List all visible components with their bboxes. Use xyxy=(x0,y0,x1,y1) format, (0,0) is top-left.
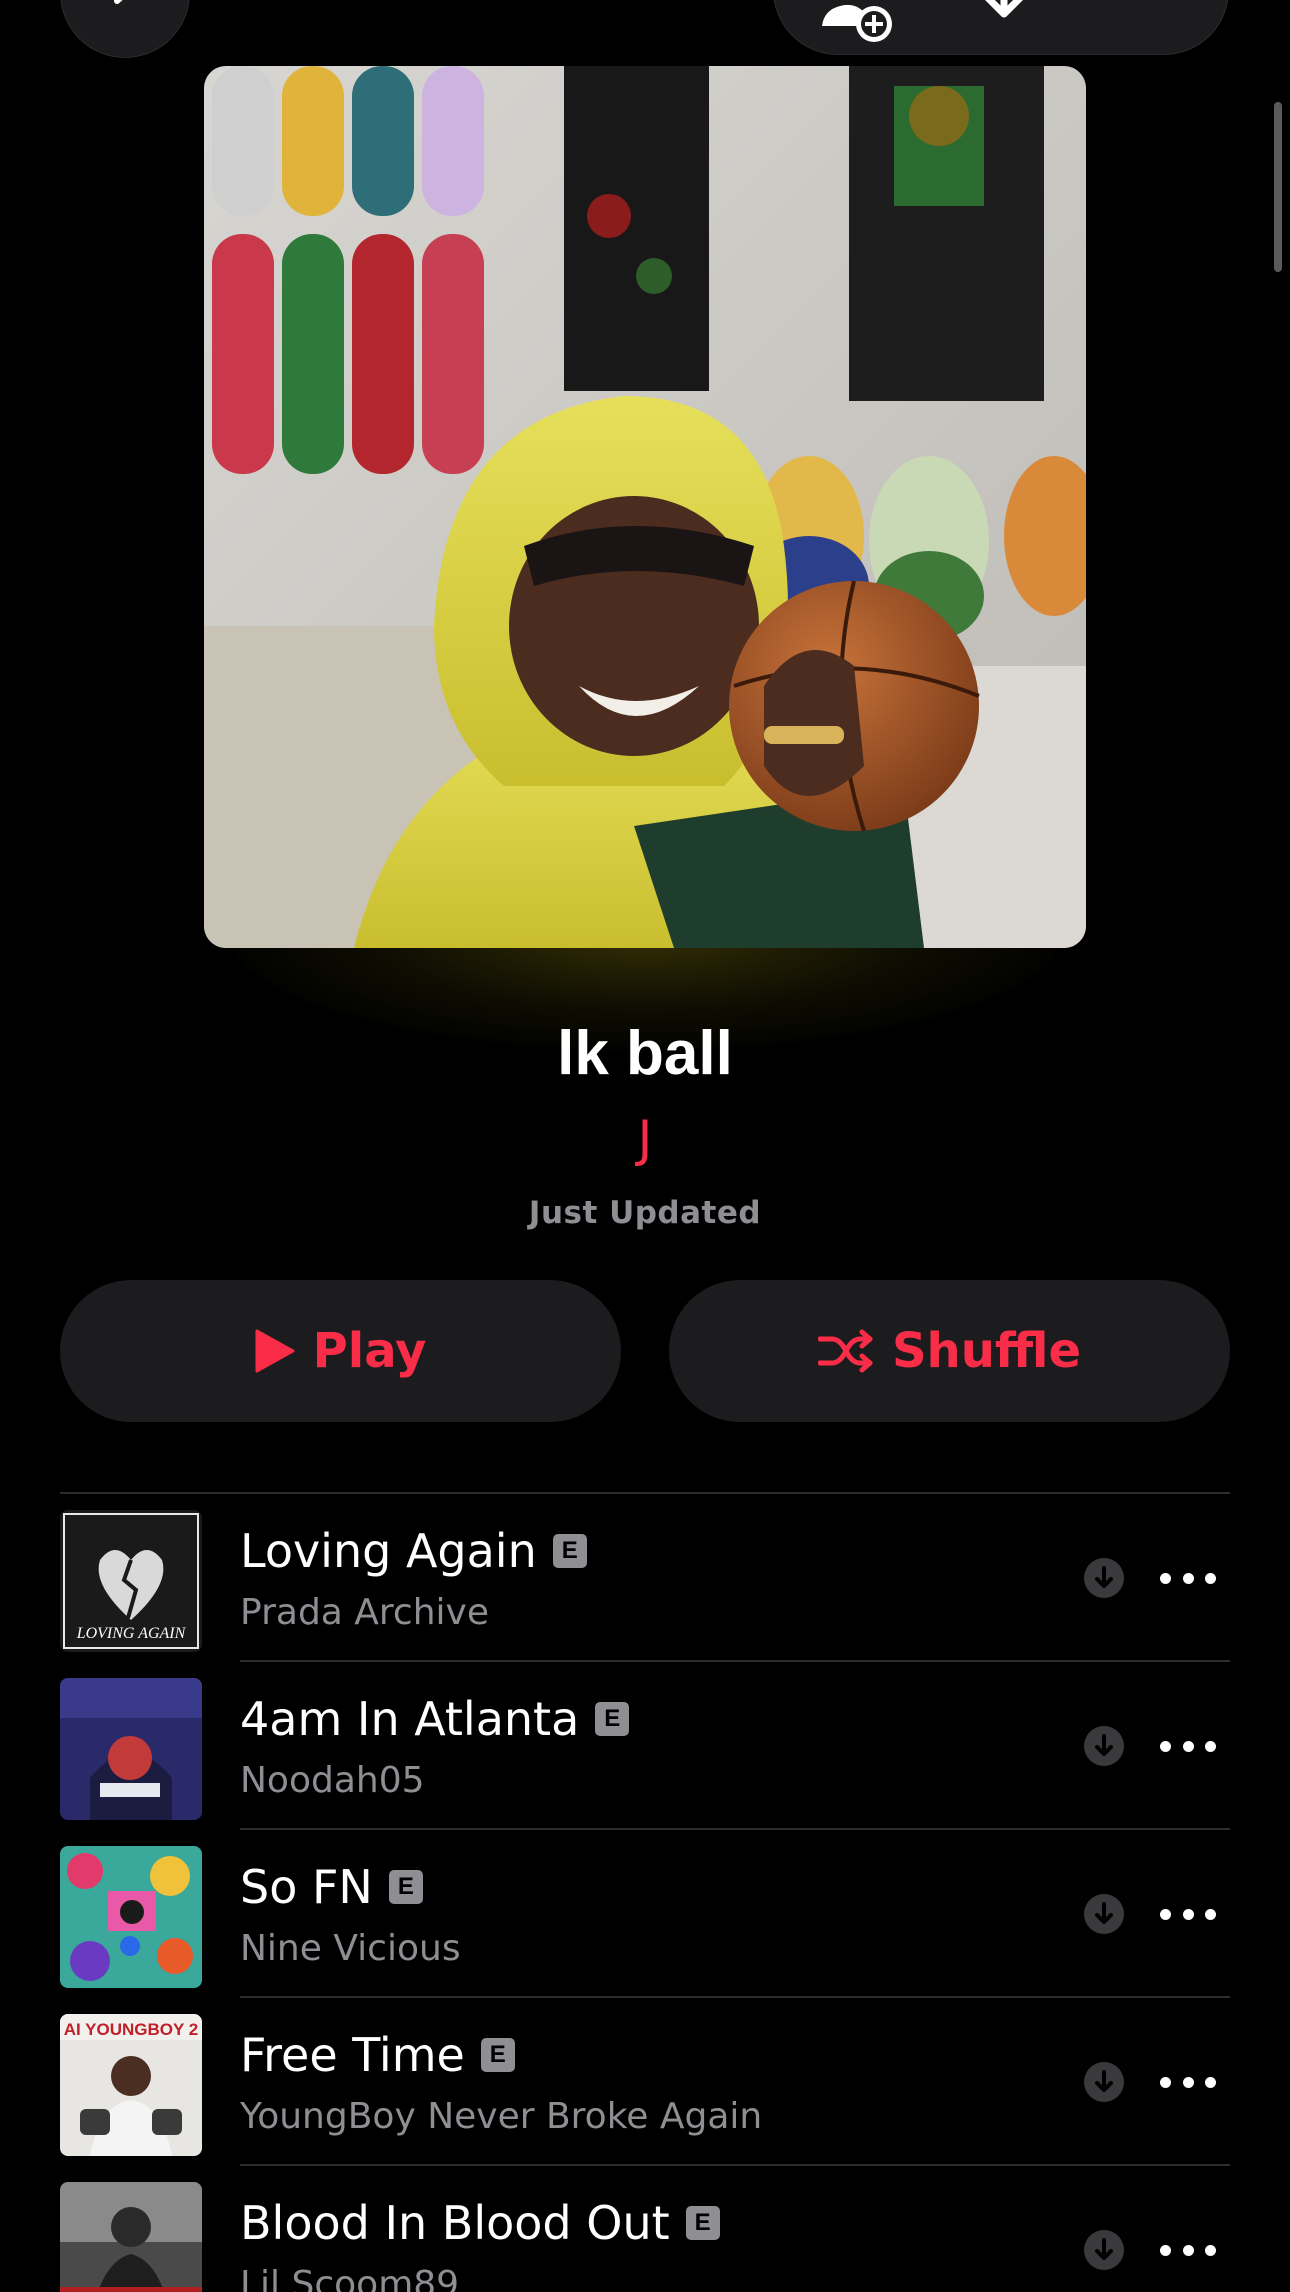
more-options-icon[interactable] xyxy=(1160,1558,1216,1598)
playlist-title: lk ball xyxy=(557,1019,733,1088)
explicit-badge: E xyxy=(595,1702,630,1736)
explicit-badge: E xyxy=(685,2206,720,2240)
download-icon[interactable] xyxy=(974,0,1034,56)
download-icon[interactable] xyxy=(1084,2062,1124,2102)
track-row[interactable]: 4am In Atlanta E Noodah05 xyxy=(0,1662,1290,1830)
back-button[interactable] xyxy=(60,0,190,58)
track-title: So FN xyxy=(240,1860,373,1914)
playlist-artwork xyxy=(204,66,1086,948)
playlist-page: lk ball J Just Updated Play Shuffle LOVI… xyxy=(0,0,1290,2292)
track-row[interactable]: AI YOUNGBOY 2 Free Time E YoungBoy Never… xyxy=(0,1998,1290,2166)
more-options-icon[interactable] xyxy=(1160,2230,1216,2270)
track-artwork xyxy=(60,2182,202,2292)
explicit-badge: E xyxy=(552,1534,587,1568)
track-row[interactable]: LOVING AGAIN Loving Again E Prada Archiv… xyxy=(0,1494,1290,1662)
play-icon xyxy=(255,1329,295,1373)
download-icon[interactable] xyxy=(1084,2230,1124,2270)
track-artwork xyxy=(60,1846,202,1988)
track-row[interactable]: Blood In Blood Out E Lil Scoom89 xyxy=(0,2166,1290,2292)
more-options-icon[interactable] xyxy=(1160,2062,1216,2102)
shuffle-icon xyxy=(817,1329,874,1373)
play-button-label: Play xyxy=(312,1323,427,1379)
download-icon[interactable] xyxy=(1084,1726,1124,1766)
explicit-badge: E xyxy=(388,1870,423,1904)
playlist-curator-link[interactable]: J xyxy=(0,1110,1290,1168)
playlist-status: Just Updated xyxy=(528,1195,762,1231)
track-artwork: AI YOUNGBOY 2 xyxy=(60,2014,202,2156)
track-title: Free Time xyxy=(240,2028,465,2082)
person-add-icon[interactable] xyxy=(814,0,914,66)
shuffle-button[interactable]: Shuffle xyxy=(669,1280,1230,1422)
download-icon[interactable] xyxy=(1084,1558,1124,1598)
track-title: Blood In Blood Out xyxy=(240,2196,670,2250)
download-icon[interactable] xyxy=(1084,1894,1124,1934)
track-artist: Noodah05 xyxy=(240,1760,425,1801)
track-row[interactable]: So FN E Nine Vicious xyxy=(0,1830,1290,1998)
shuffle-button-label: Shuffle xyxy=(891,1323,1082,1379)
chevron-left-icon xyxy=(114,0,123,4)
track-artist: Nine Vicious xyxy=(240,1928,461,1969)
track-title: 4am In Atlanta xyxy=(240,1692,580,1746)
explicit-badge: E xyxy=(480,2038,515,2072)
track-artwork-text: LOVING AGAIN xyxy=(76,1625,187,1642)
track-title: Loving Again xyxy=(240,1524,537,1578)
track-artist: Prada Archive xyxy=(240,1592,489,1633)
play-button[interactable]: Play xyxy=(60,1280,621,1422)
playlist-actions-pill xyxy=(773,0,1229,55)
track-artwork-text: AI YOUNGBOY 2 xyxy=(64,2020,198,2039)
track-artwork xyxy=(60,1678,202,1820)
scroll-indicator[interactable] xyxy=(1274,102,1282,272)
track-artist: Lil Scoom89 xyxy=(240,2264,460,2292)
more-options-icon[interactable] xyxy=(1160,1726,1216,1766)
more-options-icon[interactable] xyxy=(1160,1894,1216,1934)
track-artist: YoungBoy Never Broke Again xyxy=(240,2096,763,2137)
track-artwork: LOVING AGAIN xyxy=(60,1510,202,1652)
